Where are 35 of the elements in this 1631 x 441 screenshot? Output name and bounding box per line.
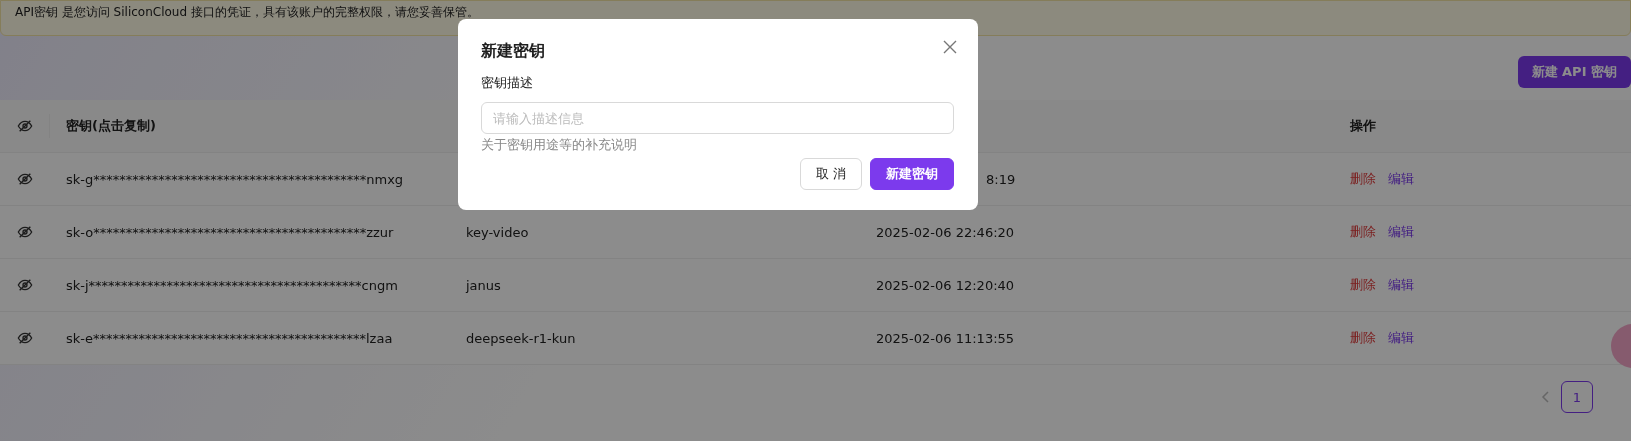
name-cell: janus xyxy=(466,277,501,293)
column-header: 操作 xyxy=(1350,117,1376,135)
key-cell[interactable]: sk-g******************************************nmxg xyxy=(66,171,404,187)
close-icon[interactable] xyxy=(943,40,957,54)
date-cell: 2025-02-06 22:46:20 xyxy=(876,224,1015,240)
delete-link[interactable]: 删除 xyxy=(1350,329,1376,347)
delete-link[interactable]: 删除 xyxy=(1350,276,1376,294)
dialog-title: 新建密钥 xyxy=(481,41,545,62)
edit-link[interactable]: 编辑 xyxy=(1388,223,1414,241)
edit-link[interactable]: 编辑 xyxy=(1388,276,1414,294)
date-cell: 2025-02-06 11:13:55 xyxy=(876,330,1015,346)
edit-link[interactable]: 编辑 xyxy=(1388,329,1414,347)
eye-slash-icon[interactable] xyxy=(17,171,33,187)
create-button[interactable]: 新建密钥 xyxy=(870,158,954,190)
key-cell[interactable]: sk-e******************************************lzaa xyxy=(66,330,393,346)
key-cell[interactable]: sk-j******************************************cngm xyxy=(66,277,398,293)
eye-slash-icon[interactable] xyxy=(17,277,33,293)
field-label: 密钥描述 xyxy=(481,74,534,92)
cancel-button[interactable]: 取 消 xyxy=(799,158,862,190)
date-cell: 8:19 xyxy=(986,171,1016,187)
name-cell: deepseek-r1-kun xyxy=(466,330,576,346)
column-header: 密钥(点击复制) xyxy=(66,117,156,135)
eye-slash-icon[interactable] xyxy=(17,330,33,346)
edit-link[interactable]: 编辑 xyxy=(1388,170,1414,188)
page-button[interactable]: 1 xyxy=(1561,381,1593,413)
delete-link[interactable]: 删除 xyxy=(1350,170,1376,188)
name-cell: key-video xyxy=(466,224,529,240)
help-text: 关于密钥用途等的补充说明 xyxy=(481,137,638,154)
date-cell: 2025-02-06 12:20:40 xyxy=(876,277,1015,293)
key-cell[interactable]: sk-o******************************************zzur xyxy=(66,224,394,240)
description-input[interactable]: 请输入描述信息 xyxy=(481,102,954,134)
eye-slash-icon[interactable] xyxy=(17,224,33,240)
eye-slash-icon[interactable] xyxy=(16,118,33,134)
create-key-button[interactable]: 新建 API 密钥 xyxy=(1517,56,1631,88)
delete-link[interactable]: 删除 xyxy=(1350,223,1376,241)
